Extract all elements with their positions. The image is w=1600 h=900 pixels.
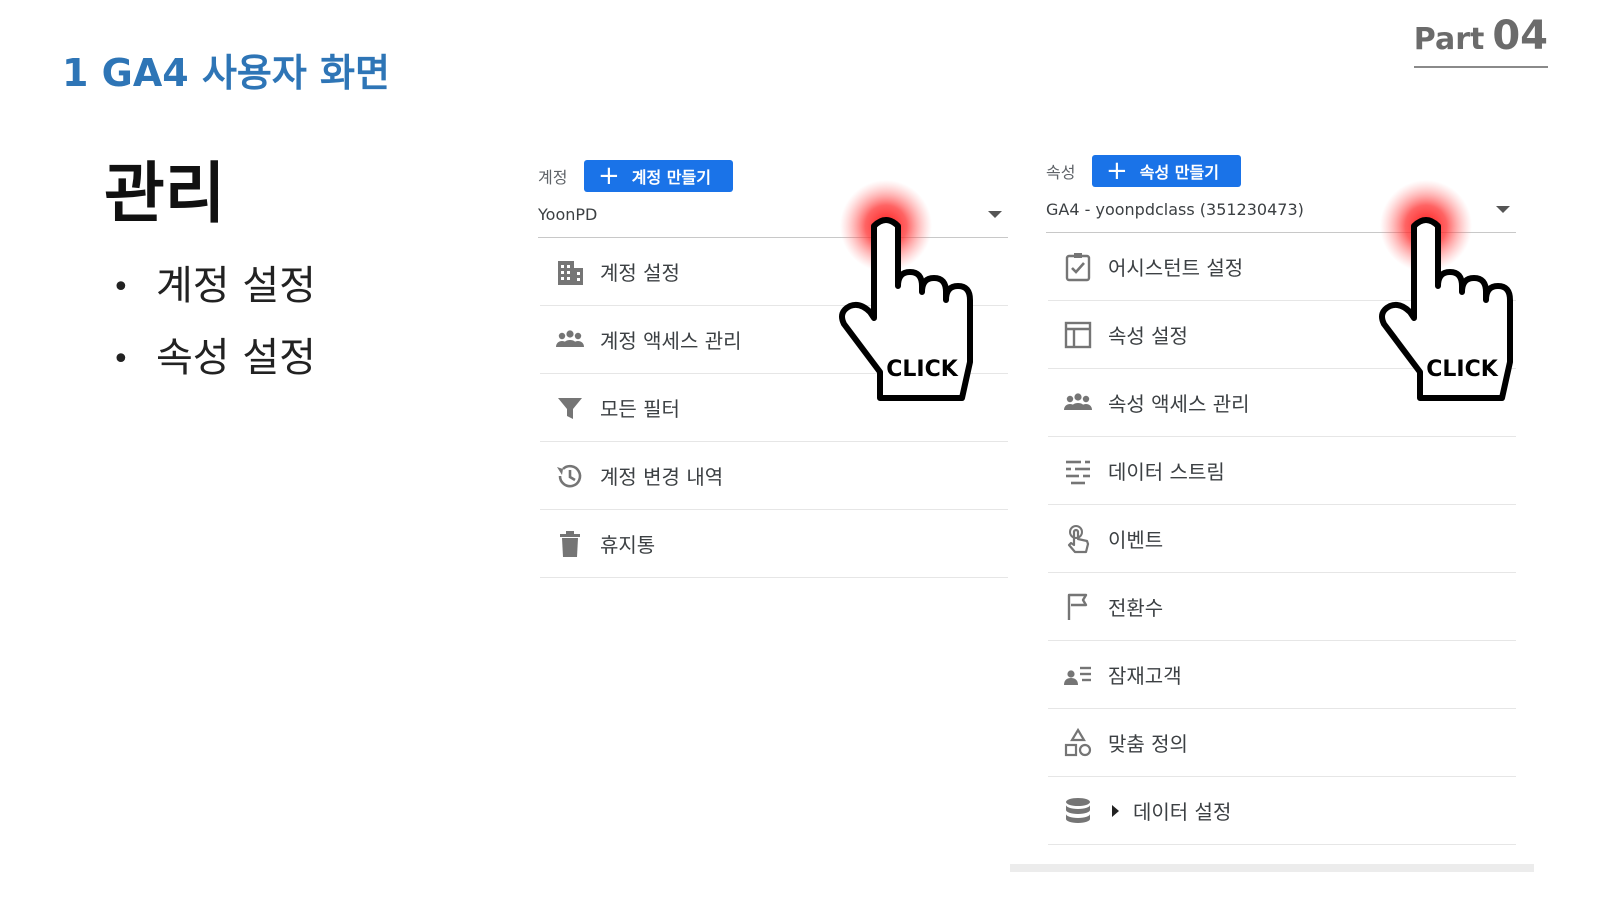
flag-icon: [1048, 590, 1108, 624]
people-icon: [1048, 386, 1108, 420]
menu-item-label: 어시스턴트 설정: [1108, 256, 1244, 280]
touch-icon: [1048, 522, 1108, 556]
menu-item-data-streams[interactable]: 데이터 스트림: [1048, 437, 1516, 505]
people-icon: [540, 323, 600, 357]
checklist-icon: [1048, 250, 1108, 284]
menu-item-label: 맞춤 정의: [1108, 732, 1188, 756]
account-selected-value: YoonPD: [538, 205, 598, 224]
page-title: 관리: [104, 155, 226, 232]
filter-icon: [540, 391, 600, 425]
building-icon: [540, 255, 600, 289]
plus-icon: +: [1106, 156, 1128, 186]
bullet-text: 계정 설정: [156, 263, 316, 309]
audience-icon: [1048, 658, 1108, 692]
expand-arrow-icon[interactable]: [1112, 804, 1119, 817]
menu-item-label: 잠재고객: [1108, 664, 1182, 688]
create-property-label: 속성 만들기: [1139, 163, 1219, 182]
history-icon: [540, 459, 600, 493]
bullet-item: • 계정 설정: [112, 263, 316, 309]
property-selected-value: GA4 - yoonpdclass (351230473): [1046, 200, 1304, 219]
menu-item-trash[interactable]: 휴지통: [540, 510, 1008, 578]
menu-item-label: 데이터 스트림: [1108, 460, 1225, 484]
account-label: 계정: [538, 168, 568, 187]
menu-item-audiences[interactable]: 잠재고객: [1048, 641, 1516, 709]
section-title: 1 GA4 사용자 화면: [62, 51, 390, 95]
menu-item-label: 계정 변경 내역: [600, 465, 724, 489]
menu-item-change-history[interactable]: 계정 변경 내역: [540, 442, 1008, 510]
trash-icon: [540, 527, 600, 561]
part-number: 04: [1492, 13, 1548, 59]
click-label: CLICK: [1426, 357, 1498, 382]
database-icon: [1048, 794, 1108, 828]
menu-item-events[interactable]: 이벤트: [1048, 505, 1516, 573]
menu-item-label: 속성 액세스 관리: [1108, 392, 1250, 416]
menu-item-data-settings[interactable]: 데이터 설정: [1048, 777, 1516, 845]
click-hand-cursor-property: CLICK: [1366, 176, 1536, 416]
menu-item-label: 전환수: [1108, 596, 1164, 620]
click-label: CLICK: [886, 357, 958, 382]
property-label: 속성: [1046, 163, 1076, 182]
create-property-button[interactable]: + 속성 만들기: [1092, 155, 1241, 187]
menu-item-custom-definitions[interactable]: 맞춤 정의: [1048, 709, 1516, 777]
menu-item-conversions[interactable]: 전환수: [1048, 573, 1516, 641]
menu-item-label: 휴지통: [600, 533, 656, 557]
menu-item-label: 계정 액세스 관리: [600, 329, 742, 353]
menu-item-label: 계정 설정: [600, 261, 680, 285]
stream-icon: [1048, 454, 1108, 488]
pointing-hand-icon: CLICK: [1379, 180, 1513, 401]
menu-item-label: 데이터 설정: [1133, 800, 1232, 824]
part-label: Part 04: [1413, 13, 1548, 68]
shapes-icon: [1048, 726, 1108, 760]
part-word: Part: [1413, 22, 1485, 57]
layout-icon: [1048, 318, 1108, 352]
click-hand-cursor-account: CLICK: [826, 176, 996, 416]
horizontal-scrollbar[interactable]: [1010, 864, 1534, 872]
bullet-item: • 속성 설정: [112, 335, 316, 381]
create-account-button[interactable]: + 계정 만들기: [584, 160, 733, 192]
bullet-list: • 계정 설정 • 속성 설정: [112, 256, 316, 400]
create-account-label: 계정 만들기: [631, 168, 711, 187]
bullet-text: 속성 설정: [156, 335, 316, 381]
menu-item-label: 이벤트: [1108, 528, 1164, 552]
pointing-hand-icon: CLICK: [839, 180, 973, 401]
menu-item-label: 속성 설정: [1108, 324, 1188, 348]
plus-icon: +: [598, 161, 620, 191]
menu-item-label: 모든 필터: [600, 397, 680, 421]
